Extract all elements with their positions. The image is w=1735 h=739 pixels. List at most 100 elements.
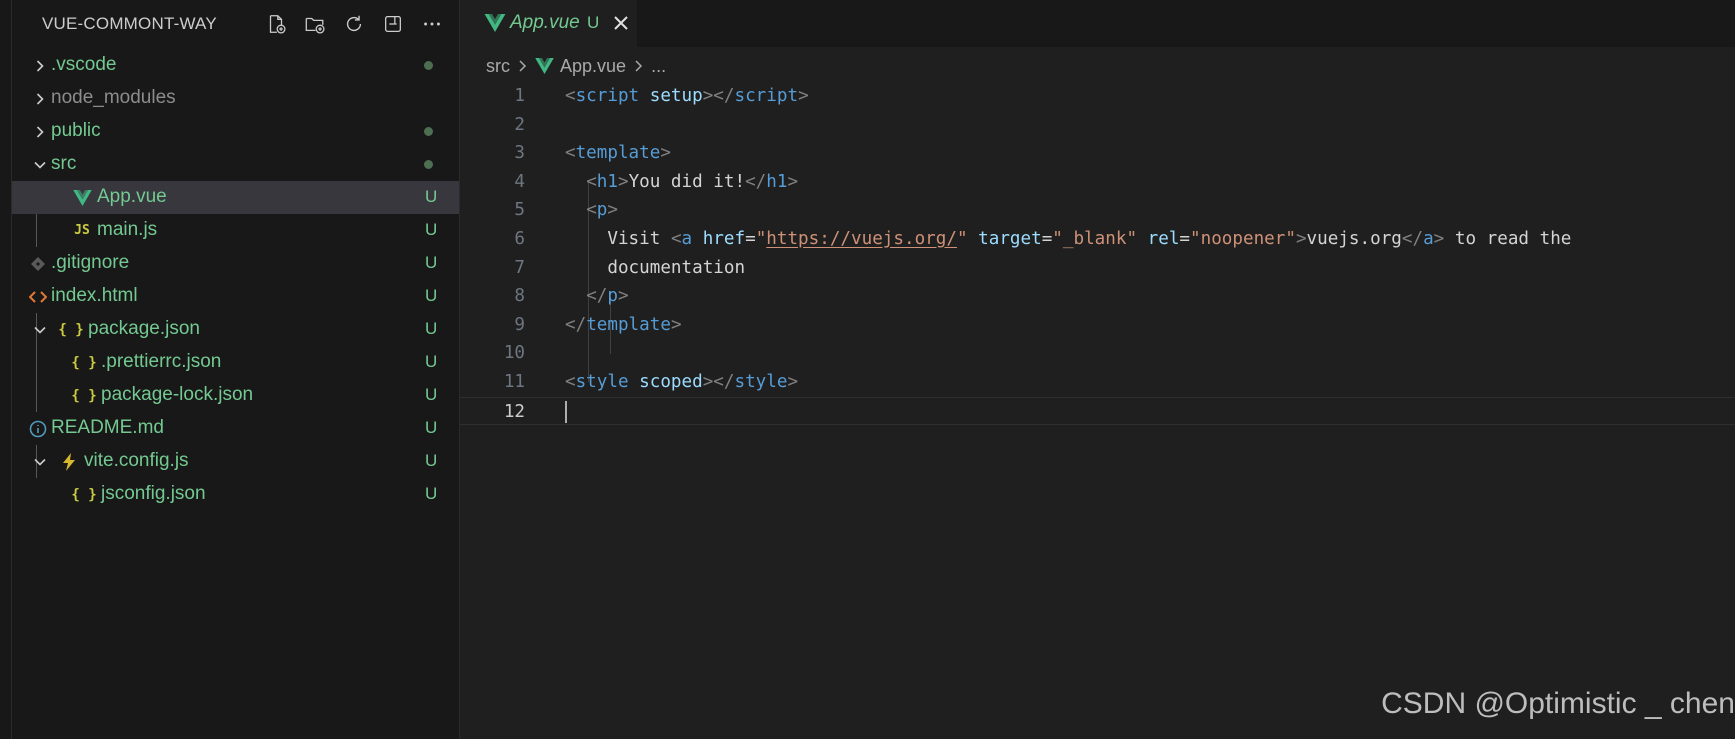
line-number: 6 [514,228,525,249]
line-number: 2 [514,114,525,135]
git-status-badge: U [425,187,438,206]
chevron-down-icon[interactable] [32,157,48,173]
line-number: 10 [503,343,525,364]
new-folder-icon[interactable] [301,10,328,37]
collapse-all-icon[interactable] [379,10,406,37]
code-token: ></ [702,86,735,106]
git-icon [28,253,48,274]
tree-item[interactable]: JS main.js U [12,214,459,247]
tree-item[interactable]: App.vue U [12,181,459,214]
code-token: script [734,86,799,106]
code-line[interactable]: 2 [460,111,1735,140]
code-token: a [1423,228,1434,249]
chevron-down-icon[interactable] [32,322,48,338]
line-content: <p> [565,196,618,225]
tree-item-label: package-lock.json [101,384,254,405]
vite-bolt-icon [59,451,79,472]
tree-item[interactable]: .vscode [12,49,459,82]
tree-item[interactable]: { } package-lock.json U [12,379,459,412]
tree-item-label: public [51,120,101,141]
json-icon: { } [71,354,97,371]
file-tree: .vscode node_modulespublic src App.vue U JS ma… [12,49,459,511]
breadcrumb-folder[interactable]: src [486,56,510,77]
chevron-right-icon[interactable] [32,124,48,140]
line-number: 8 [514,286,525,307]
code-token: = [745,228,756,249]
watermark: CSDN @Optimistic _ chen [1381,687,1735,720]
line-number: 11 [503,371,525,392]
tree-item[interactable]: index.html U [12,280,459,313]
git-modified-dot [424,127,433,136]
chevron-right-icon [519,60,527,72]
code-line[interactable]: 1 <script setup></script> [460,82,1735,111]
explorer-title: VUE-COMMONT-WAY [42,13,217,33]
line-content: </p> [565,282,628,311]
tab-git-status: U [587,13,600,32]
code-token: = [1179,228,1191,249]
code-token: > [798,86,809,106]
code-line[interactable]: 4 <h1>You did it!</h1> [460,168,1735,197]
chevron-right-icon [635,60,643,72]
code-token: < [565,371,576,392]
code-line[interactable]: 10 [460,339,1735,368]
code-line[interactable]: 11 <style scoped></style> [460,368,1735,397]
code-line[interactable]: 6 Visit <a href="https://vuejs.org/" tar… [460,225,1735,254]
chevron-down-icon[interactable] [32,454,48,470]
line-number: 9 [514,314,525,335]
code-token: style [734,371,788,392]
chevron-right-icon[interactable] [32,91,48,107]
tree-item-label: node_modules [51,87,176,108]
code-token: > [1433,228,1445,249]
code-token: template [575,143,661,164]
new-file-icon[interactable] [262,10,289,37]
code-editor[interactable]: 1 <script setup></script> 2 3 <template> 4 <h… [460,82,1735,426]
tree-item-label: .vscode [51,54,117,75]
code-token: </ [565,314,587,335]
code-line[interactable]: 3 <template> [460,139,1735,168]
tree-item-label: package.json [88,318,200,339]
html-icon [28,286,48,307]
tab-app-vue[interactable]: App.vue U [460,0,637,47]
breadcrumb-more[interactable]: ... [651,56,666,77]
refresh-icon[interactable] [340,10,367,37]
more-icon[interactable] [418,10,445,37]
code-line[interactable]: 5 <p> [460,196,1735,225]
code-token: h1 [766,171,788,192]
tree-item[interactable]: vite.config.js U [12,445,459,478]
tree-item[interactable]: src [12,148,459,181]
breadcrumb-file[interactable]: App.vue [560,56,626,77]
line-content: <script setup></script> [565,82,809,111]
tree-item[interactable]: { } jsconfig.json U [12,478,459,511]
tree-item[interactable]: node_modules [12,82,459,115]
code-line[interactable]: 9 </template> [460,311,1735,340]
tree-item[interactable]: README.md U [12,412,459,445]
chevron-right-icon[interactable] [32,58,48,74]
git-status-badge: U [425,253,438,272]
json-icon: { } [71,486,97,503]
line-content: </template> [565,311,682,340]
code-token: < [565,86,576,106]
line-number: 4 [514,171,525,192]
code-line[interactable]: 12 [460,396,1735,426]
close-icon[interactable] [611,13,631,33]
code-link[interactable]: https://vuejs.org/ [766,229,957,249]
code-token: </ [745,171,767,192]
tree-item-label: src [51,153,77,174]
code-token: rel [1147,228,1180,249]
explorer-header: VUE-COMMONT-WAY [12,0,459,47]
editor-tab-bar: App.vue U [460,0,1735,47]
tree-item[interactable]: .gitignore U [12,247,459,280]
code-line[interactable]: 7 documentation [460,254,1735,283]
code-token: Visit [565,228,671,249]
tree-item[interactable]: { } package.json U [12,313,459,346]
breadcrumb: src App.vue ... [486,53,666,79]
code-line[interactable]: 8 </p> [460,282,1735,311]
code-token: > [607,200,618,221]
tree-item[interactable]: { } .prettierrc.json U [12,346,459,379]
tree-item[interactable]: public [12,115,459,148]
code-token: p [607,286,618,307]
